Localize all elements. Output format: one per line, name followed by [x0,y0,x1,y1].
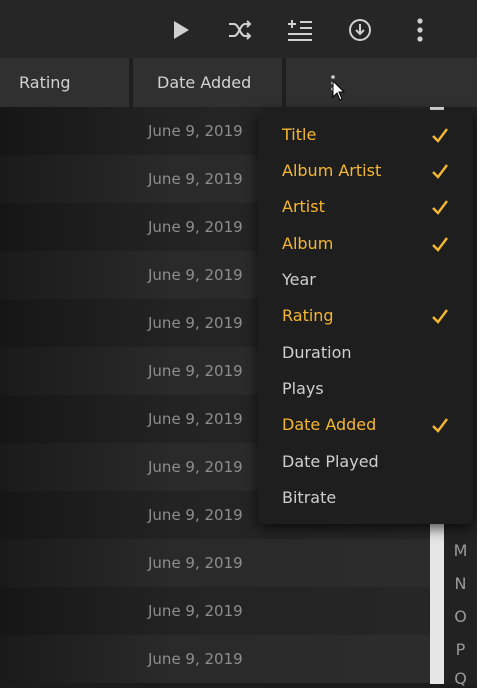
alphabet-index-letter[interactable]: N [444,574,477,593]
column-menu-item[interactable]: Year [258,263,473,297]
date-added-cell: June 9, 2019 [148,122,243,140]
date-added-cell: June 9, 2019 [148,506,243,524]
date-added-cell: June 9, 2019 [148,650,243,668]
column-menu-item[interactable]: Date Added [258,408,473,442]
alphabet-index-letter[interactable]: O [444,607,477,626]
column-header-date-added[interactable]: Date Added [133,58,282,107]
date-added-cell: June 9, 2019 [148,410,243,428]
checkmark-icon [432,200,448,215]
column-menu-item-label: Album Artist [282,161,382,180]
column-menu-item-label: Bitrate [282,488,337,507]
column-menu-item[interactable]: Date Played [258,445,473,479]
column-visibility-menu: Title Album Artist Artist Album Year Rating Du… [258,110,473,524]
alphabet-index-letter[interactable]: M [444,541,477,560]
column-menu-item-label: Title [282,125,317,144]
date-added-cell: June 9, 2019 [148,458,243,476]
shuffle-icon [229,20,252,40]
shuffle-button[interactable] [224,14,256,46]
table-row[interactable]: June 9, 2019 [0,539,430,587]
date-added-cell: June 9, 2019 [148,218,243,236]
add-to-queue-icon [288,20,312,41]
date-added-cell: June 9, 2019 [148,602,243,620]
more-vertical-icon [417,18,423,42]
date-added-cell: June 9, 2019 [148,170,243,188]
table-row[interactable]: June 9, 2019 [0,635,430,683]
checkmark-icon [432,164,448,179]
date-added-cell: June 9, 2019 [148,266,243,284]
column-header-date-added-label: Date Added [157,73,252,92]
column-menu-item[interactable]: Bitrate [258,481,473,515]
date-added-cell: June 9, 2019 [148,314,243,332]
date-added-cell: June 9, 2019 [148,554,243,572]
column-menu-item-label: Date Played [282,452,379,471]
checkmark-icon [432,237,448,252]
add-to-queue-button[interactable] [284,14,316,46]
column-menu-item-label: Year [282,270,316,289]
column-menu-item[interactable]: Title [258,118,473,152]
toolbar [0,0,477,58]
download-button[interactable] [344,14,376,46]
column-menu-item[interactable]: Artist [258,190,473,224]
column-header-rating-label: Rating [19,73,71,92]
column-header-rating[interactable]: Rating [0,58,129,107]
column-menu-item-label: Artist [282,197,325,216]
download-icon [349,19,371,41]
column-menu-item-label: Plays [282,379,324,398]
alphabet-index-letter[interactable]: P [444,640,477,659]
column-menu-item-label: Album [282,234,334,253]
checkmark-icon [432,418,448,433]
column-menu-item[interactable]: Album [258,227,473,261]
checkmark-icon [432,128,448,143]
column-menu-item[interactable]: Duration [258,336,473,370]
column-menu-item-label: Rating [282,306,334,325]
column-menu-item[interactable]: Plays [258,372,473,406]
column-menu-item-label: Duration [282,343,352,362]
table-row[interactable]: June 9, 2019 [0,587,430,635]
checkmark-icon [432,309,448,324]
column-menu-item[interactable]: Album Artist [258,154,473,188]
column-header: Rating Date Added [0,58,477,107]
column-options-button[interactable] [286,58,477,107]
play-icon [174,21,189,39]
column-menu-item-label: Date Added [282,415,377,434]
play-button[interactable] [165,14,197,46]
date-added-cell: June 9, 2019 [148,362,243,380]
column-menu-item[interactable]: Rating [258,299,473,333]
mouse-cursor-icon [332,80,346,101]
alphabet-index-letter[interactable]: Q [444,669,477,688]
more-options-button[interactable] [404,14,436,46]
